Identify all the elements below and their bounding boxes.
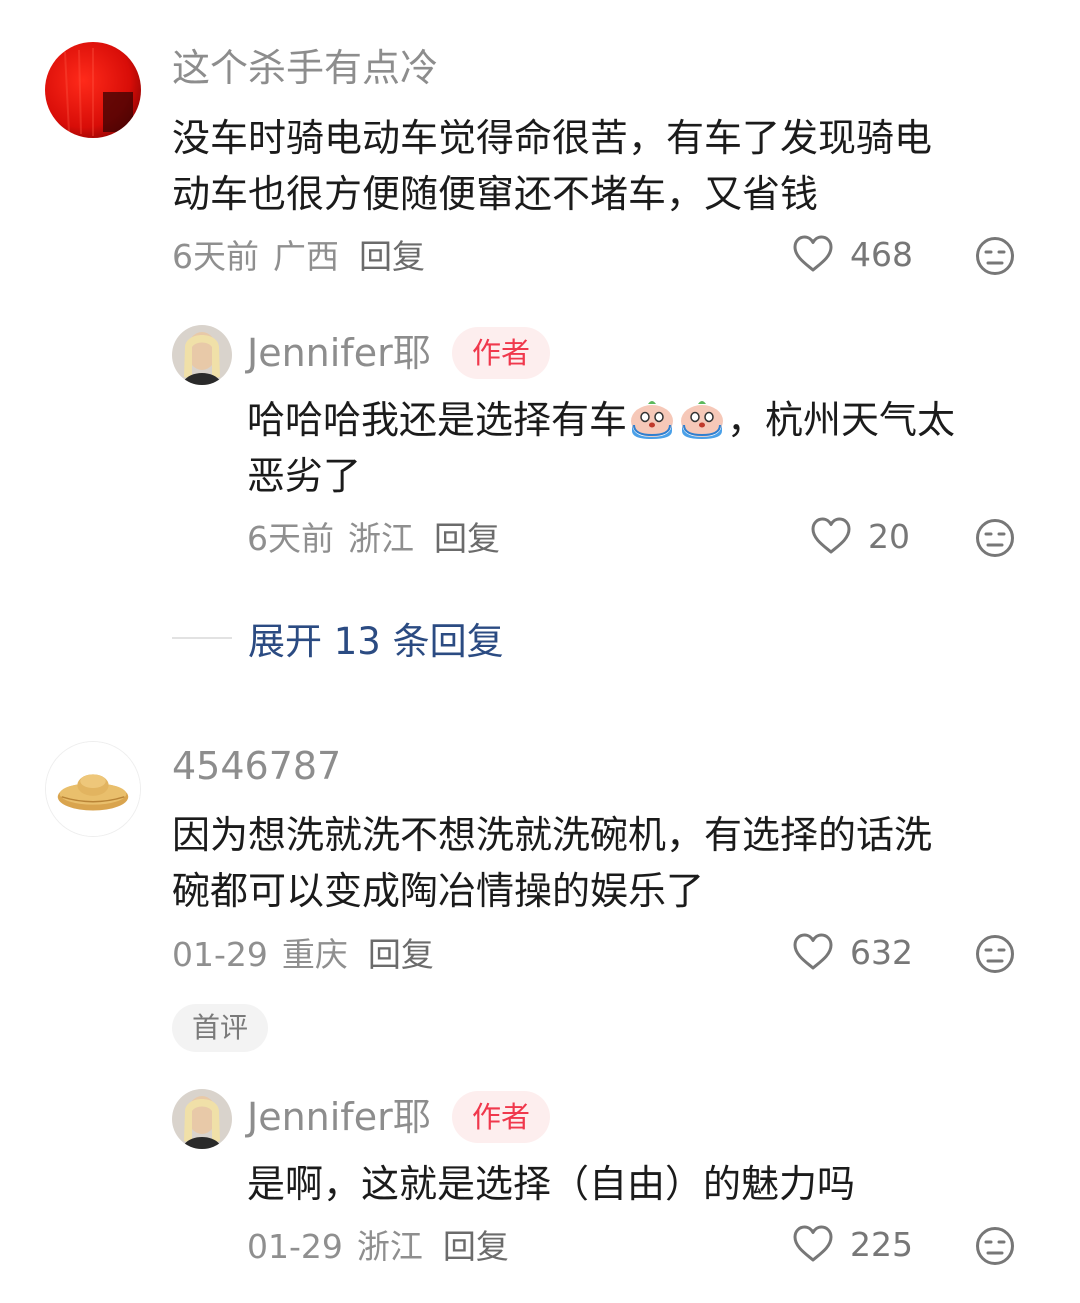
heart-outline-icon — [793, 235, 833, 272]
meh-face-icon — [976, 935, 1014, 973]
like-count: 225 — [850, 1224, 913, 1264]
like-count: 20 — [868, 516, 910, 556]
reply-meta: 6天前 浙江 回复 — [247, 519, 514, 559]
comment-text: 动车也很方便随便窜还不堵车，又省钱 — [172, 172, 819, 216]
reply-time: 6天前 — [247, 519, 334, 558]
comment-text: 碗都可以变成陶冶情操的娱乐了 — [172, 869, 705, 913]
expand-replies-button[interactable]: 展开 13 条回复 — [172, 611, 504, 665]
meh-face-icon — [976, 1227, 1014, 1265]
like-button[interactable]: 632 — [792, 932, 913, 972]
heart-outline-icon — [811, 517, 851, 554]
dislike-button[interactable] — [975, 934, 1015, 978]
first-comment-tag: 首评 — [172, 1004, 269, 1052]
like-button[interactable]: 225 — [792, 1224, 913, 1264]
comment-text: 没车时骑电动车觉得命很苦，有车了发现骑电 — [172, 116, 933, 160]
avatar[interactable] — [45, 42, 141, 138]
heart-outline-icon — [793, 1225, 833, 1262]
reply-location: 浙江 — [356, 1227, 423, 1266]
reply-location: 浙江 — [348, 519, 414, 558]
reply-username[interactable]: Jennifer耶 — [247, 330, 431, 376]
author-badge: 作者 — [452, 1091, 551, 1143]
divider — [172, 637, 232, 639]
reply-username[interactable]: Jennifer耶 — [247, 1094, 431, 1140]
reply-time: 01-29 — [247, 1227, 343, 1266]
heart-outline-icon — [793, 933, 833, 970]
reply-button[interactable]: 回复 — [359, 237, 425, 276]
reply-text: 哈哈哈我还是选择有车 ，杭州天气太 — [247, 392, 955, 448]
comment-meta: 6天前 广西 回复 — [172, 237, 439, 277]
comment-time: 6天前 — [172, 237, 259, 276]
avatar[interactable] — [45, 741, 141, 837]
like-button[interactable]: 468 — [792, 234, 913, 274]
dislike-button[interactable] — [975, 236, 1015, 280]
reply-button[interactable]: 回复 — [443, 1227, 509, 1266]
dislike-button[interactable] — [975, 518, 1015, 562]
comment-username[interactable]: 这个杀手有点冷 — [172, 45, 438, 91]
reply-text: 恶劣了 — [247, 454, 362, 498]
crying-face-emoji — [681, 401, 724, 439]
reply-text-part: ，杭州天气太 — [727, 398, 956, 442]
comment-text: 因为想洗就洗不想洗就洗碗机，有选择的话洗 — [172, 813, 933, 857]
like-count: 632 — [850, 932, 913, 972]
like-count: 468 — [850, 234, 913, 274]
avatar[interactable] — [172, 325, 232, 385]
comment-time: 01-29 — [172, 935, 268, 974]
reply-text-part: 哈哈哈我还是选择有车 — [247, 398, 628, 442]
reply-button[interactable]: 回复 — [434, 519, 500, 558]
comment-location: 广西 — [273, 237, 339, 276]
reply-text: 是啊，这就是选择（自由）的魅力吗 — [247, 1162, 856, 1206]
comment-username[interactable]: 4546787 — [172, 743, 341, 789]
avatar[interactable] — [172, 1089, 232, 1149]
meh-face-icon — [976, 519, 1014, 557]
comment-meta: 01-29 重庆 回复 — [172, 935, 448, 975]
author-badge: 作者 — [452, 327, 551, 379]
reply-meta: 01-29 浙江 回复 — [247, 1227, 523, 1267]
meh-face-icon — [976, 237, 1014, 275]
dislike-button[interactable] — [975, 1226, 1015, 1270]
comment-location: 重庆 — [281, 935, 348, 974]
reply-button[interactable]: 回复 — [368, 935, 434, 974]
crying-face-emoji — [631, 401, 674, 439]
expand-replies-label: 展开 13 条回复 — [248, 620, 504, 663]
like-button[interactable]: 20 — [810, 516, 910, 556]
